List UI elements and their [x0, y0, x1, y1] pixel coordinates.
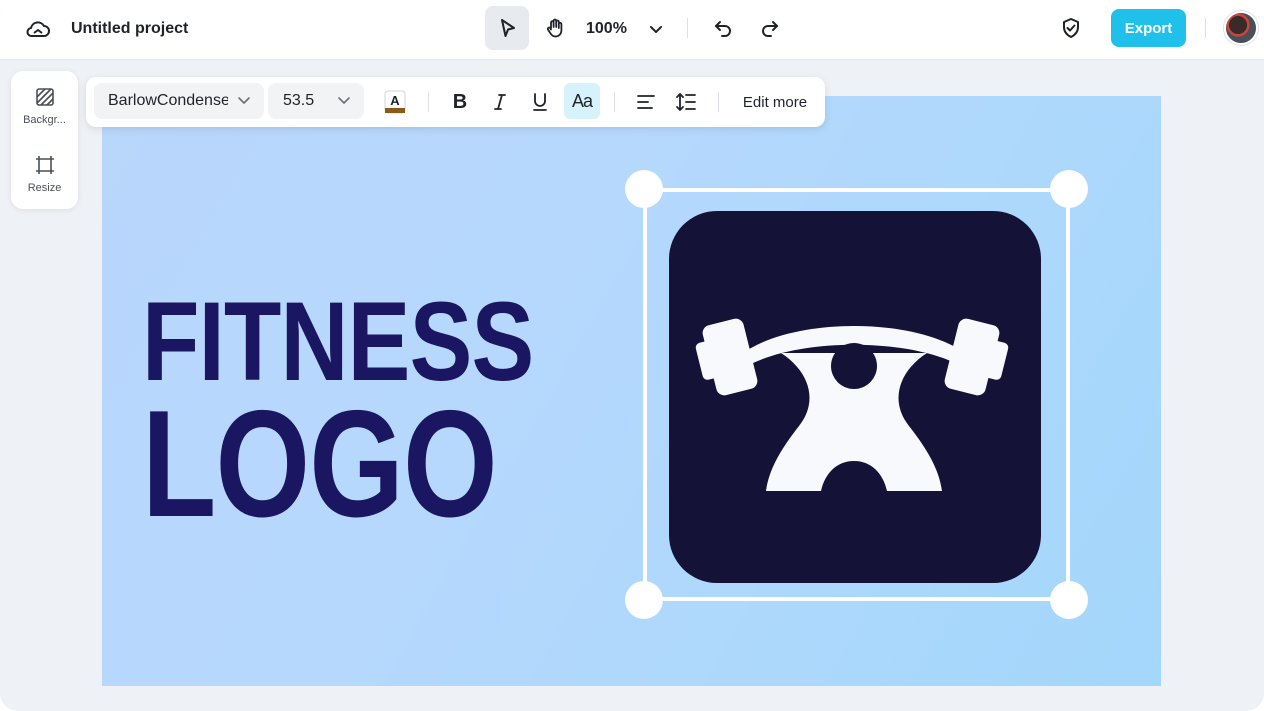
chevron-down-icon [338, 97, 350, 104]
text-format-toolbar: BarlowCondensed 53.5 A B Aa Edit more [86, 77, 825, 127]
text-color-button[interactable]: A [382, 88, 408, 116]
line-spacing-icon [676, 93, 696, 111]
text-color-glyph: A [390, 93, 400, 108]
redo-icon [762, 21, 778, 37]
divider [614, 92, 615, 112]
shield-check-icon [1063, 18, 1079, 38]
design-canvas[interactable]: FITNESS LOGO [102, 96, 1161, 686]
avatar[interactable] [1224, 11, 1258, 45]
underline-icon [533, 93, 547, 111]
text-case-button[interactable]: Aa [564, 83, 600, 119]
resize-icon [33, 153, 57, 177]
side-panel: Backgr... Resize [11, 71, 78, 209]
resize-handle-top-right[interactable] [1050, 170, 1088, 208]
undo-button[interactable] [704, 9, 742, 47]
chevron-down-icon [238, 97, 250, 104]
background-icon [33, 85, 57, 109]
sidebar-item-background[interactable]: Backgr... [11, 85, 78, 126]
project-title[interactable]: Untitled project [71, 18, 188, 40]
italic-button[interactable] [484, 84, 516, 120]
divider [428, 92, 429, 112]
select-tool-button[interactable] [485, 6, 529, 50]
selection-box [625, 170, 1088, 619]
italic-icon [494, 94, 506, 110]
hand-tool-button[interactable] [533, 6, 577, 50]
security-button[interactable] [1052, 9, 1090, 47]
bold-button[interactable]: B [444, 84, 476, 120]
underline-button[interactable] [524, 84, 556, 120]
resize-handle-bottom-left[interactable] [625, 581, 663, 619]
design-editor-app: Untitled project 100% Export Backgr... R… [0, 0, 1264, 711]
top-bar: Untitled project 100% Export [0, 0, 1264, 60]
resize-handle-bottom-right[interactable] [1050, 581, 1088, 619]
undo-icon [715, 21, 731, 37]
headline-text-line-2[interactable]: LOGO [142, 388, 498, 540]
sidebar-item-resize[interactable]: Resize [11, 153, 78, 194]
text-color-icon: A [384, 90, 406, 114]
cloud-home-icon[interactable] [24, 15, 52, 43]
export-button[interactable]: Export [1111, 9, 1186, 47]
font-size-value: 53.5 [283, 92, 315, 109]
line-spacing-button[interactable] [670, 84, 702, 120]
divider [718, 92, 719, 112]
redo-button[interactable] [751, 9, 789, 47]
pointer-icon [501, 19, 515, 37]
font-family-select[interactable]: BarlowCondensed [94, 83, 264, 119]
resize-handle-top-left[interactable] [625, 170, 663, 208]
font-size-select[interactable]: 53.5 [268, 83, 364, 119]
align-left-icon [637, 95, 655, 109]
edit-more-button[interactable]: Edit more [735, 84, 815, 120]
divider [687, 18, 688, 38]
zoom-level[interactable]: 100% [586, 16, 627, 42]
text-align-button[interactable] [630, 84, 662, 120]
sidebar-item-label: Backgr... [23, 114, 66, 126]
sidebar-item-label: Resize [27, 182, 62, 194]
hand-icon [546, 18, 563, 38]
case-glyph: Aa [571, 90, 593, 111]
chevron-down-icon[interactable] [644, 16, 668, 42]
font-family-value: BarlowCondensed [108, 92, 228, 109]
divider [1205, 18, 1206, 38]
